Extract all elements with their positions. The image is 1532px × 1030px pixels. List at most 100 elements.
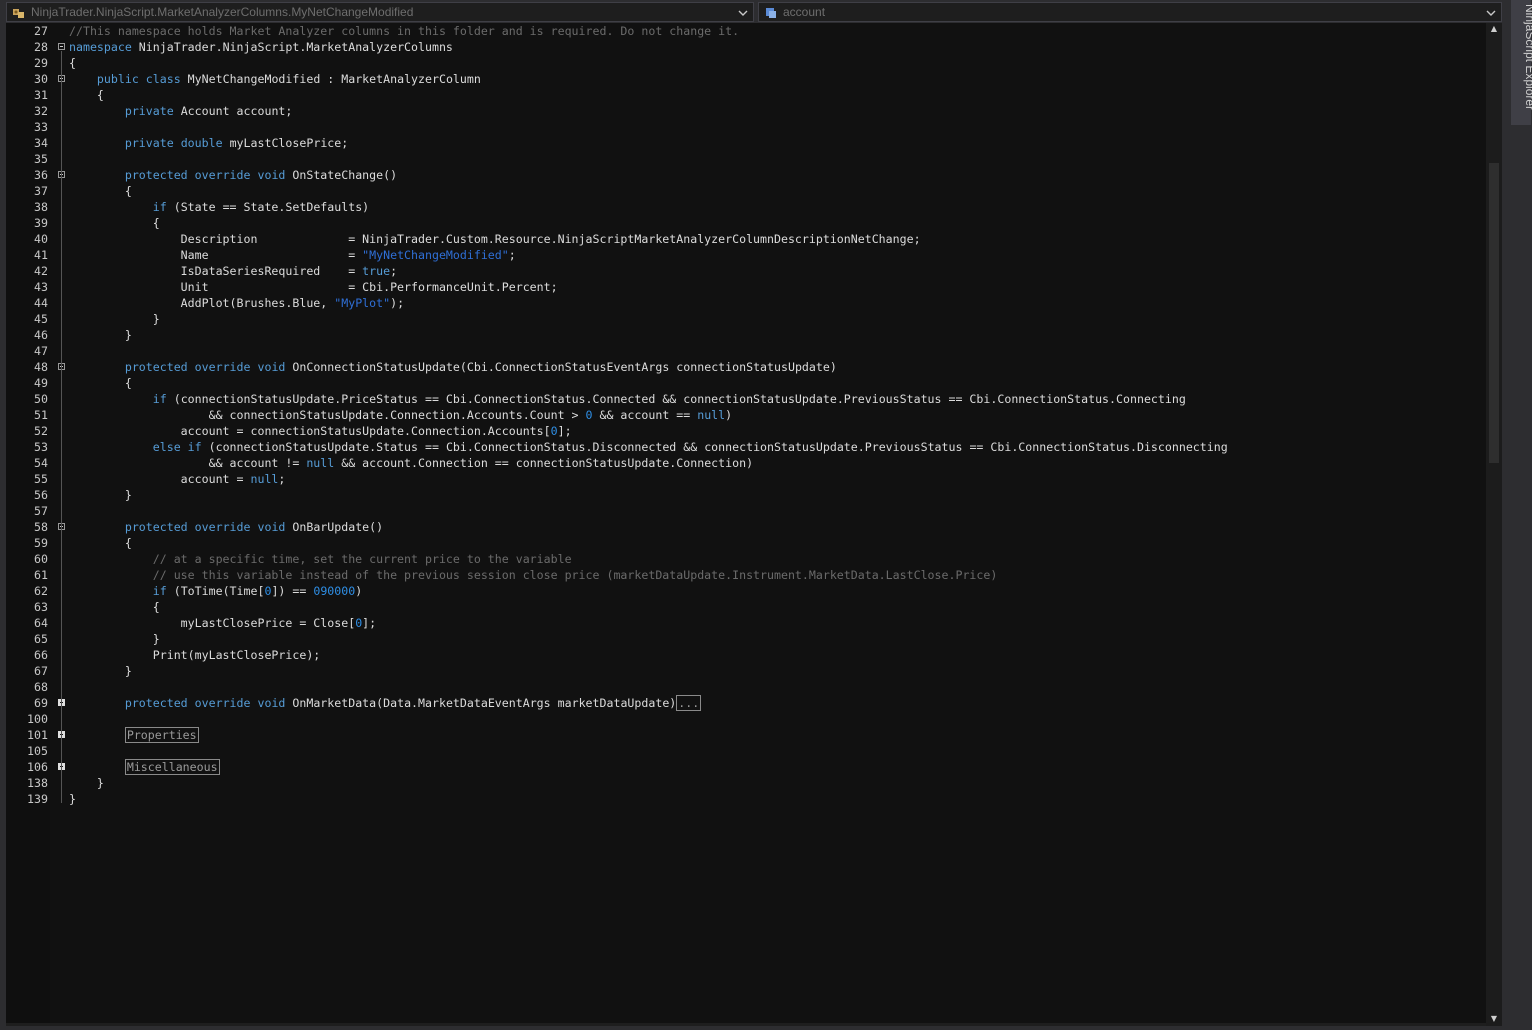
line-number: 37 <box>34 184 48 198</box>
code-line-106: Miscellaneous <box>69 759 220 775</box>
code-line-59: { <box>69 536 132 550</box>
code-line-41: Name = "MyNetChangeModified"; <box>69 248 516 262</box>
code-line-37: { <box>69 184 132 198</box>
line-number: 53 <box>34 440 48 454</box>
chevron-down-icon[interactable] <box>1485 6 1497 18</box>
line-number: 47 <box>34 344 48 358</box>
line-number: 42 <box>34 264 48 278</box>
bottom-border <box>0 1026 1502 1030</box>
fold-toggle[interactable] <box>58 43 65 50</box>
code-line-64: myLastClosePrice = Close[0]; <box>69 616 377 630</box>
scroll-up-icon[interactable]: ▲ <box>1489 25 1499 33</box>
class-icon <box>12 6 26 18</box>
line-number: 57 <box>34 504 48 518</box>
line-number: 69 <box>34 696 48 710</box>
line-number: 49 <box>34 376 48 390</box>
code-line-101: Properties <box>69 727 199 743</box>
code-line-46: } <box>69 328 132 342</box>
line-number: 54 <box>34 456 48 470</box>
member-dropdown[interactable]: account <box>758 2 1502 22</box>
field-icon <box>764 6 778 18</box>
code-line-63: { <box>69 600 160 614</box>
code-line-61: // use this variable instead of the prev… <box>69 568 998 582</box>
line-number: 31 <box>34 88 48 102</box>
code-line-42: IsDataSeriesRequired = true; <box>69 264 398 278</box>
line-number: 66 <box>34 648 48 662</box>
line-number: 60 <box>34 552 48 566</box>
code-line-29: { <box>69 56 76 70</box>
ninjascript-explorer-label: NinjaScript Explorer <box>1523 4 1532 111</box>
line-number: 29 <box>34 56 48 70</box>
code-line-50: if (connectionStatusUpdate.PriceStatus =… <box>152 392 1186 406</box>
line-number: 48 <box>34 360 48 374</box>
line-number: 51 <box>34 408 48 422</box>
line-number: 55 <box>34 472 48 486</box>
scroll-down-icon[interactable]: ▼ <box>1489 1015 1499 1023</box>
code-line-28: namespace NinjaTrader.NinjaScript.Market… <box>69 40 453 54</box>
code-line-43: Unit = Cbi.PerformanceUnit.Percent; <box>69 280 558 294</box>
code-line-58: protected override void OnBarUpdate() <box>124 520 384 534</box>
line-number: 65 <box>34 632 48 646</box>
code-line-53: else if (connectionStatusUpdate.Status =… <box>152 440 1228 454</box>
line-number: 58 <box>34 520 48 534</box>
code-line-52: account = connectionStatusUpdate.Connect… <box>69 424 572 438</box>
code-line-39: { <box>69 216 160 230</box>
line-number: 27 <box>34 24 48 38</box>
code-line-45: } <box>69 312 160 326</box>
vertical-scrollbar[interactable]: ▲ ▼ <box>1486 23 1502 1026</box>
ninjascript-explorer-tab[interactable]: NinjaScript Explorer <box>1511 0 1532 125</box>
code-line-67: } <box>69 664 132 678</box>
code-line-34: private double myLastClosePrice; <box>124 136 349 150</box>
code-line-69: protected override void OnMarketData(Dat… <box>124 695 702 711</box>
line-number: 139 <box>27 792 48 806</box>
line-number: 105 <box>27 744 48 758</box>
collapsed-region-properties[interactable]: Properties <box>124 727 199 743</box>
line-number: 100 <box>27 712 48 726</box>
line-number: 68 <box>34 680 48 694</box>
code-line-54: && account != null && account.Connection… <box>69 456 754 470</box>
line-number: 39 <box>34 216 48 230</box>
line-number: 64 <box>34 616 48 630</box>
navigation-bar: NinjaTrader.NinjaScript.MarketAnalyzerCo… <box>0 0 1502 23</box>
code-line-66: Print(myLastClosePrice); <box>69 648 321 662</box>
code-line-56: } <box>69 488 132 502</box>
line-number: 67 <box>34 664 48 678</box>
code-line-48: protected override void OnConnectionStat… <box>124 360 837 374</box>
code-editor[interactable]: 27 28 29 30 31 32 33 34 35 36 37 38 39 40 41 42 43 44 45 46… <box>6 23 1486 1023</box>
type-dropdown[interactable]: NinjaTrader.NinjaScript.MarketAnalyzerCo… <box>6 2 754 22</box>
line-number: 32 <box>34 104 48 118</box>
collapsed-region-onmarketdata[interactable]: ... <box>676 695 702 711</box>
code-line-51: && connectionStatusUpdate.Connection.Acc… <box>69 408 733 422</box>
code-line-38: if (State == State.SetDefaults) <box>152 200 370 214</box>
code-line-32: private Account account; <box>124 104 293 118</box>
type-dropdown-value: NinjaTrader.NinjaScript.MarketAnalyzerCo… <box>31 5 414 19</box>
fold-guide <box>61 51 62 803</box>
line-number: 106 <box>27 760 48 774</box>
chevron-down-icon[interactable] <box>737 6 749 18</box>
collapsed-region-miscellaneous[interactable]: Miscellaneous <box>124 759 220 775</box>
code-line-36: protected override void OnStateChange() <box>124 168 398 182</box>
scrollbar-thumb[interactable] <box>1489 163 1499 463</box>
member-dropdown-value: account <box>783 5 826 19</box>
line-number: 38 <box>34 200 48 214</box>
side-panel-strip: NinjaScript Explorer <box>1502 0 1532 1030</box>
code-line-62: if (ToTime(Time[0]) == 090000) <box>152 584 363 598</box>
line-number: 101 <box>27 728 48 742</box>
line-number: 45 <box>34 312 48 326</box>
line-number: 62 <box>34 584 48 598</box>
code-line-30: public class MyNetChangeModified : Marke… <box>96 72 481 86</box>
line-number: 41 <box>34 248 48 262</box>
code-line-65: } <box>69 632 160 646</box>
line-number: 61 <box>34 568 48 582</box>
line-number: 43 <box>34 280 48 294</box>
line-number: 28 <box>34 40 48 54</box>
line-number: 35 <box>34 152 48 166</box>
line-number: 52 <box>34 424 48 438</box>
code-line-49: { <box>69 376 132 390</box>
code-line-27: //This namespace holds Market Analyzer c… <box>69 24 740 38</box>
line-number: 33 <box>34 120 48 134</box>
line-number: 44 <box>34 296 48 310</box>
code-line-139: } <box>69 792 76 806</box>
line-number: 30 <box>34 72 48 86</box>
line-number: 56 <box>34 488 48 502</box>
